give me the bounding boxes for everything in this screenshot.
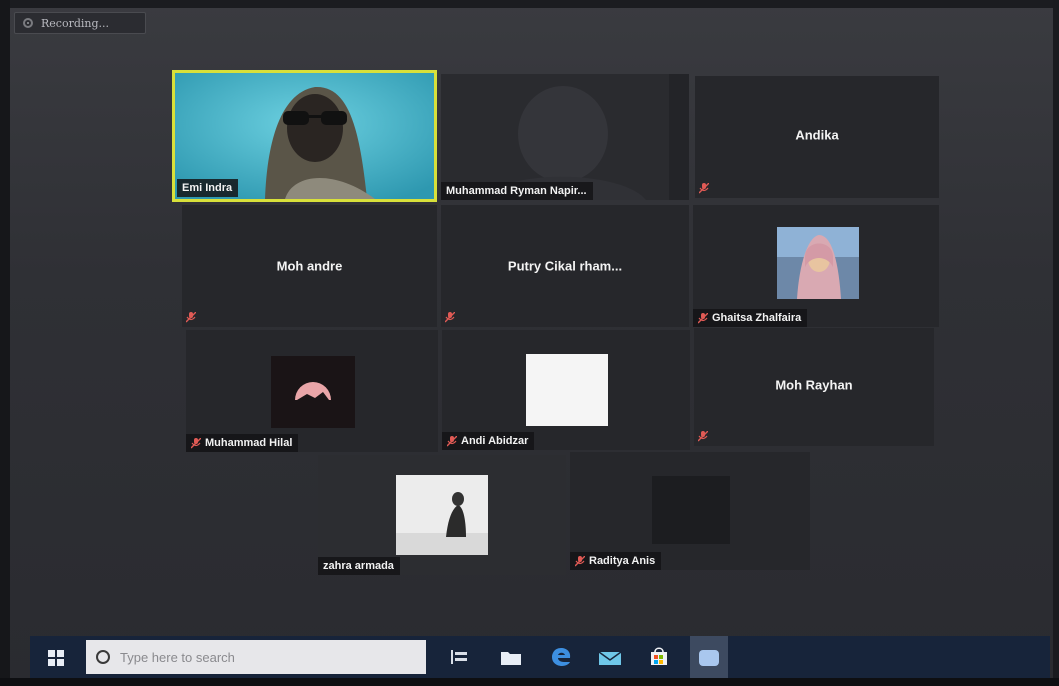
file-explorer-icon[interactable] [500, 648, 522, 666]
monitor-bezel-bottom [0, 678, 1059, 686]
participant-name-label: Muhammad Hilal [186, 434, 299, 452]
zoom-app-taskbar-button[interactable] [690, 636, 728, 680]
monitor-bezel-top [0, 0, 1059, 8]
participant-name-label: Ghaitsa Zhalfaira [693, 309, 808, 327]
monitor-bezel-left [0, 0, 10, 686]
muted-mic-icon [698, 431, 708, 442]
participant-tile-putry-cikal[interactable]: Putry Cikal rham... [441, 205, 689, 327]
task-view-icon[interactable] [450, 648, 468, 666]
store-icon[interactable] [648, 646, 670, 666]
participant-name-label: Emi Indra [177, 179, 239, 197]
muted-mic-icon [447, 435, 457, 447]
cortana-icon [96, 650, 110, 664]
profile-picture [652, 476, 730, 544]
screen: Recording... Emi Indra Muhammad Ryman Na… [0, 0, 1059, 686]
muted-mic-icon [445, 312, 455, 323]
participant-display-name: Moh andre [276, 258, 343, 274]
participant-tile-muhammad-hilal[interactable]: Muhammad Hilal [186, 330, 438, 452]
participant-name-label: Raditya Anis [570, 552, 662, 570]
edge-browser-icon[interactable] [550, 646, 572, 668]
muted-mic-icon [698, 312, 708, 324]
participant-tile-raditya-anis[interactable]: Raditya Anis [570, 452, 810, 570]
muted-mic-icon [699, 183, 709, 194]
recording-label: Recording... [41, 16, 110, 30]
participant-tile-andika[interactable]: Andika [695, 76, 939, 198]
recording-indicator[interactable]: Recording... [14, 12, 146, 34]
participant-name-label: zahra armada [318, 557, 400, 575]
participant-display-name: Moh Rayhan [775, 377, 853, 393]
participant-tile-moh-andre[interactable]: Moh andre [182, 205, 437, 327]
monitor-bezel-right [1053, 0, 1059, 686]
participant-display-name: Putry Cikal rham... [507, 258, 623, 274]
zoom-app-icon [699, 650, 719, 666]
participant-tile-zahra-armada[interactable]: zahra armada [318, 455, 566, 575]
windows-start-icon[interactable] [48, 650, 64, 666]
profile-picture [777, 227, 859, 299]
participant-display-name: Andika [795, 127, 839, 143]
muted-mic-icon [575, 555, 585, 567]
participant-tile-emi-indra[interactable]: Emi Indra [172, 70, 437, 202]
participant-tile-moh-rayhan[interactable]: Moh Rayhan [694, 328, 934, 446]
participant-tile-ghaitsa[interactable]: Ghaitsa Zhalfaira [693, 205, 939, 327]
profile-picture [526, 354, 608, 426]
profile-picture [271, 356, 355, 428]
search-placeholder: Type here to search [120, 649, 235, 665]
participant-name-label: Muhammad Ryman Napir... [441, 182, 593, 200]
participant-tile-andi-abidzar[interactable]: Andi Abidzar [442, 330, 690, 450]
participant-name-label: Andi Abidzar [442, 432, 535, 450]
profile-picture [396, 475, 488, 555]
participant-tile-muhammad-ryman[interactable]: Muhammad Ryman Napir... [441, 74, 689, 200]
mail-icon[interactable] [598, 648, 622, 666]
windows-taskbar: Type here to search [30, 636, 1050, 680]
muted-mic-icon [186, 312, 196, 323]
taskbar-search-box[interactable]: Type here to search [86, 640, 426, 674]
muted-mic-icon [191, 437, 201, 449]
record-icon [23, 18, 33, 28]
